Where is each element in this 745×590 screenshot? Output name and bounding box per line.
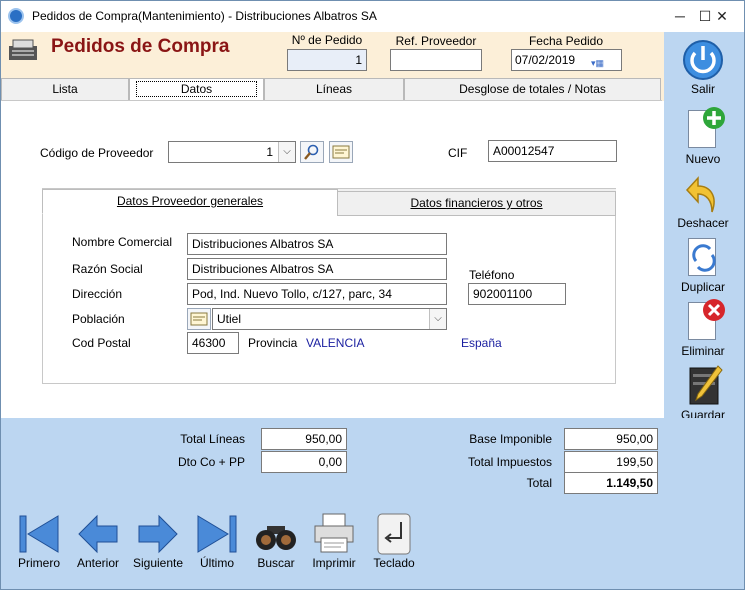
poblacion-value: Utiel bbox=[217, 312, 242, 326]
window-title: Pedidos de Compra(Mantenimiento) - Distr… bbox=[32, 9, 377, 23]
codigo-proveedor-combo[interactable]: 1 ⌵ bbox=[168, 141, 296, 163]
power-icon bbox=[683, 36, 723, 82]
chevron-down-icon[interactable]: ⌵ bbox=[278, 142, 295, 162]
nombre-comercial-label: Nombre Comercial bbox=[72, 235, 173, 249]
eliminar-label: Eliminar bbox=[681, 344, 725, 358]
calendar-dropdown-icon[interactable]: ▾▦ bbox=[591, 53, 619, 68]
codigo-proveedor-value: 1 bbox=[266, 145, 273, 159]
printer-icon bbox=[308, 512, 360, 556]
guardar-button[interactable]: Guardar bbox=[663, 364, 743, 422]
primero-button[interactable]: Primero bbox=[12, 512, 66, 570]
fecha-value: 07/02/2019 bbox=[515, 53, 576, 67]
eliminar-button[interactable]: Eliminar bbox=[663, 299, 743, 358]
imprimir-label: Imprimir bbox=[312, 556, 356, 570]
tab-datos-label: Datos bbox=[135, 81, 258, 97]
ref-proveedor-label: Ref. Proveedor bbox=[395, 34, 477, 48]
dto-label: Dto Co + PP bbox=[177, 455, 245, 469]
poblacion-combo[interactable]: Utiel ⌵ bbox=[212, 308, 447, 330]
card-icon[interactable] bbox=[329, 141, 353, 163]
tab-desglose[interactable]: Desglose de totales / Notas bbox=[404, 78, 661, 101]
direccion-field[interactable]: Pod, Ind. Nuevo Tollo, c/127, parc, 34 bbox=[187, 283, 447, 305]
anterior-button[interactable]: Anterior bbox=[70, 512, 126, 570]
razon-social-label: Razón Social bbox=[72, 262, 143, 276]
dto-field[interactable]: 0,00 bbox=[261, 451, 347, 473]
razon-social-field[interactable]: Distribuciones Albatros SA bbox=[187, 258, 447, 280]
cod-postal-field[interactable]: 46300 bbox=[187, 332, 239, 354]
total-impuestos-field[interactable]: 199,50 bbox=[564, 451, 658, 473]
new-document-icon bbox=[684, 107, 725, 152]
buscar-label: Buscar bbox=[257, 556, 295, 570]
teclado-label: Teclado bbox=[373, 556, 415, 570]
tab-lineas[interactable]: Líneas bbox=[264, 78, 404, 101]
undo-arrow-icon bbox=[684, 172, 722, 216]
total-lineas-label: Total Líneas bbox=[180, 432, 245, 446]
page-title: Pedidos de Compra bbox=[51, 36, 230, 57]
siguiente-label: Siguiente bbox=[132, 556, 184, 570]
minimize-icon[interactable]: ─ bbox=[670, 8, 690, 24]
primero-label: Primero bbox=[17, 556, 60, 570]
telefono-field[interactable]: 902001100 bbox=[468, 283, 566, 305]
cod-postal-label: Cod Postal bbox=[72, 336, 131, 350]
delete-document-icon bbox=[684, 299, 725, 344]
last-record-icon bbox=[192, 512, 242, 556]
arrow-left-icon bbox=[70, 512, 126, 556]
subtab-generales[interactable]: Datos Proveedor generales bbox=[42, 189, 338, 214]
pais-value: España bbox=[461, 336, 502, 350]
salir-button[interactable]: Salir bbox=[663, 36, 743, 96]
provincia-value: VALENCIA bbox=[306, 336, 365, 350]
cif-field[interactable]: A00012547 bbox=[488, 140, 617, 162]
nuevo-label: Nuevo bbox=[685, 152, 721, 166]
pedido-label: Nº de Pedido bbox=[291, 33, 363, 47]
cif-label: CIF bbox=[448, 146, 468, 160]
first-record-icon bbox=[12, 512, 66, 556]
search-icon[interactable] bbox=[300, 141, 324, 163]
pedido-number-field[interactable]: 1 bbox=[287, 49, 367, 71]
provincia-label: Provincia bbox=[248, 336, 298, 350]
duplicar-button[interactable]: Duplicar bbox=[663, 236, 743, 294]
poblacion-label: Población bbox=[72, 312, 125, 326]
deshacer-button[interactable]: Deshacer bbox=[663, 172, 743, 230]
duplicate-icon bbox=[684, 236, 722, 280]
ref-proveedor-field[interactable] bbox=[390, 49, 482, 71]
base-imponible-label: Base Imponible bbox=[469, 432, 552, 446]
enter-key-icon bbox=[368, 512, 420, 556]
nombre-comercial-field[interactable]: Distribuciones Albatros SA bbox=[187, 233, 447, 255]
total-lineas-field[interactable]: 950,00 bbox=[261, 428, 347, 450]
siguiente-button[interactable]: Siguiente bbox=[128, 512, 188, 570]
direccion-label: Dirección bbox=[72, 287, 123, 301]
total-impuestos-label: Total Impuestos bbox=[467, 455, 552, 469]
tab-lista[interactable]: Lista bbox=[1, 78, 129, 101]
codigo-proveedor-label: Código de Proveedor bbox=[40, 146, 154, 160]
buscar-button[interactable]: Buscar bbox=[250, 512, 302, 570]
base-imponible-field[interactable]: 950,00 bbox=[564, 428, 658, 450]
deshacer-label: Deshacer bbox=[677, 216, 729, 230]
ultimo-label: Último bbox=[199, 556, 234, 570]
close-icon[interactable]: ✕ bbox=[712, 8, 732, 25]
poblacion-card-icon[interactable] bbox=[187, 308, 211, 330]
chevron-down-icon[interactable]: ⌵ bbox=[429, 309, 446, 329]
telefono-label: Teléfono bbox=[469, 268, 515, 282]
duplicar-label: Duplicar bbox=[680, 280, 725, 294]
total-label: Total bbox=[526, 476, 552, 490]
save-notebook-icon bbox=[684, 364, 723, 408]
salir-label: Salir bbox=[690, 82, 715, 96]
app-icon bbox=[8, 8, 24, 24]
subtab-financieros[interactable]: Datos financieros y otros bbox=[337, 191, 616, 216]
teclado-button[interactable]: Teclado bbox=[368, 512, 420, 570]
ultimo-button[interactable]: Último bbox=[192, 512, 242, 570]
anterior-label: Anterior bbox=[76, 556, 120, 570]
imprimir-button[interactable]: Imprimir bbox=[308, 512, 360, 570]
fecha-label: Fecha Pedido bbox=[528, 34, 604, 48]
arrow-right-icon bbox=[128, 512, 188, 556]
tab-datos[interactable]: Datos bbox=[129, 78, 264, 101]
nuevo-button[interactable]: Nuevo bbox=[663, 107, 743, 166]
binoculars-icon bbox=[250, 512, 302, 556]
fecha-field[interactable]: 07/02/2019 ▾▦ bbox=[511, 49, 622, 71]
cash-register-icon bbox=[7, 38, 39, 62]
total-field[interactable]: 1.149,50 bbox=[564, 472, 658, 494]
title-bar: Pedidos de Compra(Mantenimiento) - Distr… bbox=[0, 0, 745, 32]
